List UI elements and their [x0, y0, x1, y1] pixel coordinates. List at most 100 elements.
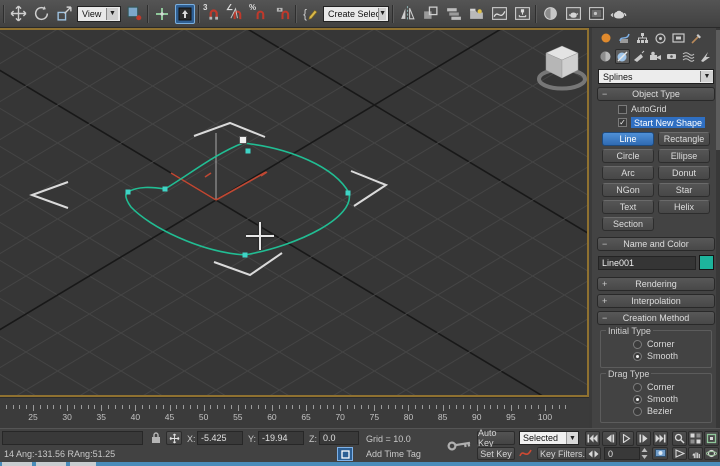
- category-systems-icon[interactable]: [698, 49, 713, 64]
- toolbar-separator: [392, 5, 394, 23]
- select-and-rotate-icon[interactable]: [31, 4, 51, 24]
- rollout-rendering[interactable]: + Rendering: [597, 277, 715, 291]
- align-icon[interactable]: [420, 4, 440, 24]
- drag-smooth-radio[interactable]: [633, 395, 642, 404]
- percent-snap-toggle-icon[interactable]: %: [249, 4, 269, 24]
- pan-hand-icon[interactable]: [688, 447, 703, 460]
- zoom-all-icon[interactable]: [688, 431, 703, 446]
- track-bar-tick: [306, 405, 307, 411]
- panel-scrollbar[interactable]: [716, 28, 720, 428]
- category-shapes-icon[interactable]: [615, 49, 630, 64]
- drag-corner-radio[interactable]: [633, 383, 642, 392]
- arc-button[interactable]: Arc: [602, 166, 654, 180]
- category-geometry-icon[interactable]: [598, 49, 613, 64]
- frame-spinner[interactable]: [641, 447, 649, 460]
- mini-listener[interactable]: [2, 431, 143, 445]
- initial-corner-radio[interactable]: [633, 340, 642, 349]
- z-coordinate-field[interactable]: 0.0: [319, 431, 359, 445]
- track-bar[interactable]: 253035404550556065707580859095100: [0, 397, 589, 429]
- rendered-frame-window-icon[interactable]: [586, 4, 606, 24]
- next-frame-button[interactable]: [636, 431, 651, 446]
- spline-category-dropdown[interactable]: Splines ▼: [598, 69, 714, 84]
- previous-frame-button[interactable]: [602, 431, 617, 446]
- autogrid-checkbox-row: AutoGrid: [618, 104, 720, 114]
- spinner-snap-toggle-icon[interactable]: [272, 4, 292, 24]
- ngon-button[interactable]: NGon: [602, 183, 654, 197]
- curve-editor-icon[interactable]: [489, 4, 509, 24]
- mirror-icon[interactable]: [397, 4, 417, 24]
- current-frame-field[interactable]: 0: [604, 447, 640, 460]
- absolute-offset-mode-icon[interactable]: [166, 431, 182, 445]
- edit-named-selection-sets-icon[interactable]: {: [300, 4, 320, 24]
- rollout-name-and-color[interactable]: − Name and Color: [597, 237, 715, 251]
- orbit-icon[interactable]: [704, 447, 719, 460]
- star-button[interactable]: Star: [658, 183, 710, 197]
- tab-modify-icon[interactable]: [616, 31, 632, 46]
- rollout-creation-method[interactable]: − Creation Method: [597, 311, 715, 325]
- reference-coordinate-dropdown[interactable]: View ▼: [77, 6, 121, 22]
- text-button[interactable]: Text: [602, 200, 654, 214]
- key-selection-dropdown[interactable]: Selected ▼: [519, 431, 579, 445]
- zoom-extents-icon[interactable]: [704, 431, 719, 446]
- tab-create-icon[interactable]: [598, 31, 614, 46]
- category-space-warps-icon[interactable]: [681, 49, 696, 64]
- auto-key-button[interactable]: Auto Key: [477, 431, 515, 445]
- field-of-view-icon[interactable]: [672, 447, 687, 460]
- angle-snap-toggle-icon[interactable]: ∠: [226, 4, 246, 24]
- viewcube[interactable]: [539, 46, 585, 89]
- tab-hierarchy-icon[interactable]: [634, 31, 650, 46]
- start-new-shape-label[interactable]: Start New Shape: [631, 117, 705, 128]
- x-coordinate-field[interactable]: -5.425: [197, 431, 243, 445]
- track-bar-tick: [422, 405, 423, 409]
- render-setup-icon[interactable]: [563, 4, 583, 24]
- time-configuration-icon[interactable]: [652, 447, 668, 460]
- play-button[interactable]: [619, 431, 634, 446]
- snap-toggle-3d-icon[interactable]: 3: [203, 4, 223, 24]
- layer-manager-icon[interactable]: [443, 4, 463, 24]
- donut-button[interactable]: Donut: [658, 166, 710, 180]
- tab-motion-icon[interactable]: [652, 31, 668, 46]
- isolate-selection-toggle[interactable]: [337, 447, 353, 461]
- initial-smooth-radio[interactable]: [633, 352, 642, 361]
- keyboard-shortcut-override-toggle[interactable]: [175, 4, 195, 24]
- set-key-button[interactable]: Set Key: [477, 447, 515, 460]
- key-mode-toggle[interactable]: [585, 447, 601, 460]
- section-button[interactable]: Section: [602, 217, 654, 231]
- rectangle-button[interactable]: Rectangle: [658, 132, 710, 146]
- start-new-shape-checkbox[interactable]: ✓: [618, 118, 627, 127]
- category-helpers-icon[interactable]: [665, 49, 680, 64]
- render-production-icon[interactable]: [609, 4, 629, 24]
- y-coordinate-field[interactable]: -19.94: [258, 431, 304, 445]
- go-to-end-button[interactable]: [653, 431, 668, 446]
- tab-display-icon[interactable]: [670, 31, 686, 46]
- schematic-view-icon[interactable]: [512, 4, 532, 24]
- category-lights-icon[interactable]: [632, 49, 647, 64]
- perspective-viewport[interactable]: [0, 28, 589, 397]
- rollout-object-type[interactable]: − Object Type: [597, 87, 715, 101]
- object-color-swatch[interactable]: [699, 255, 714, 270]
- named-selection-set-dropdown[interactable]: Create Selection Se ▼: [323, 6, 389, 22]
- zoom-tool-icon[interactable]: [672, 431, 687, 446]
- go-to-start-button[interactable]: [585, 431, 600, 446]
- circle-button[interactable]: Circle: [602, 149, 654, 163]
- chevron-down-icon: ▼: [378, 8, 386, 20]
- selection-lock-icon[interactable]: [150, 431, 162, 446]
- drag-bezier-radio[interactable]: [633, 407, 642, 416]
- autogrid-checkbox[interactable]: [618, 105, 627, 114]
- rollout-interpolation[interactable]: + Interpolation: [597, 294, 715, 308]
- ellipse-button[interactable]: Ellipse: [658, 149, 710, 163]
- default-in-out-tangents-icon[interactable]: [519, 447, 533, 462]
- object-name-field[interactable]: Line001: [598, 256, 696, 270]
- line-button[interactable]: Line: [602, 132, 654, 146]
- select-and-move-icon[interactable]: [8, 4, 28, 24]
- add-time-tag[interactable]: Add Time Tag: [366, 449, 421, 459]
- material-editor-icon[interactable]: [540, 4, 560, 24]
- use-pivot-center-icon[interactable]: [124, 4, 144, 24]
- video-progress-strip[interactable]: [0, 462, 720, 466]
- select-and-scale-icon[interactable]: [54, 4, 74, 24]
- select-and-manipulate-icon[interactable]: [152, 4, 172, 24]
- graphite-modeling-icon[interactable]: [466, 4, 486, 24]
- helix-button[interactable]: Helix: [658, 200, 710, 214]
- category-cameras-icon[interactable]: [648, 49, 663, 64]
- tab-utilities-icon[interactable]: [688, 31, 704, 46]
